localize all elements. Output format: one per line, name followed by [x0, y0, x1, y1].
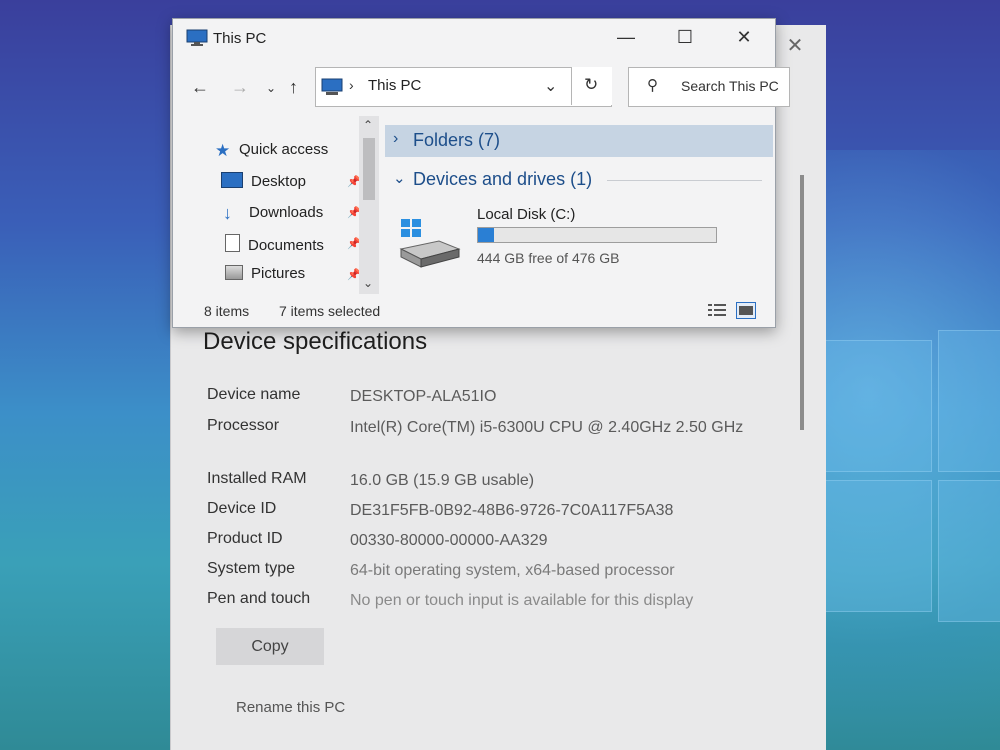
chevron-right-icon: ›	[393, 130, 399, 147]
device-specifications-title: Device specifications	[203, 328, 428, 355]
address-dropdown-chevron-icon[interactable]: ⌄	[544, 76, 557, 96]
status-selected-count: 7 items selected	[279, 303, 381, 319]
drive-name: Local Disk (C:)	[477, 206, 576, 223]
spec-label: Device name	[207, 386, 301, 403]
search-icon: ⚲	[647, 77, 658, 94]
nav-item-documents[interactable]: Documents	[225, 234, 324, 254]
spec-value: 16.0 GB (15.9 GB usable)	[350, 472, 535, 489]
status-item-count: 8 items	[204, 303, 250, 319]
star-icon: ★	[215, 141, 231, 160]
drive-usage-bar	[477, 227, 717, 243]
scrollbar-thumb[interactable]	[363, 138, 375, 200]
forward-arrow-icon[interactable]: →	[231, 77, 249, 98]
nav-item-downloads[interactable]: ↓ Downloads	[223, 203, 323, 224]
spec-value: DESKTOP-ALA51IO	[350, 388, 497, 405]
desktop-icon	[221, 172, 243, 188]
spec-value: DE31F5FB-0B92-48B6-9726-7C0A117F5A38	[350, 502, 674, 519]
back-arrow-icon[interactable]: ←	[191, 77, 209, 98]
navigation-pane: ★ Quick access Desktop ↓ Downloads Documen…	[173, 115, 383, 291]
spec-value: 64-bit operating system, x64-based proce…	[350, 562, 675, 579]
search-box[interactable]: ⚲ Search This PC	[628, 67, 790, 107]
group-divider	[607, 180, 762, 181]
nav-item-label: Quick access	[239, 141, 329, 158]
content-pane: › Folders (7) ⌄ Devices and drives (1) L…	[385, 115, 773, 291]
about-close-icon[interactable]: ✕	[785, 36, 805, 56]
nav-item-label: Documents	[248, 237, 324, 254]
refresh-icon: ↻	[584, 75, 599, 94]
spec-value: No pen or touch input is available for t…	[350, 592, 694, 609]
navigation-scrollbar[interactable]: ⌃ ⌄	[359, 116, 379, 294]
scroll-up-icon[interactable]: ⌃	[363, 118, 373, 132]
devices-group-label: Devices and drives (1)	[413, 169, 593, 189]
local-disk-item[interactable]: Local Disk (C:) 444 GB free of 476 GB	[385, 206, 773, 287]
spec-label: Device ID	[207, 500, 277, 517]
nav-item-desktop[interactable]: Desktop	[221, 172, 306, 190]
nav-item-label: Downloads	[249, 204, 324, 221]
document-icon	[225, 234, 240, 252]
spec-label: Product ID	[207, 530, 283, 547]
address-text: This PC	[368, 77, 422, 94]
maximize-icon[interactable]: ☐	[670, 23, 700, 51]
copy-button[interactable]: Copy	[216, 628, 324, 665]
recent-locations-chevron-icon[interactable]: ⌄	[266, 81, 276, 95]
drive-free-space: 444 GB free of 476 GB	[477, 250, 620, 266]
spec-value: Intel(R) Core(TM) i5-6300U CPU @ 2.40GHz…	[350, 419, 744, 436]
this-pc-icon	[321, 78, 343, 95]
nav-item-quick-access[interactable]: ★ Quick access	[215, 141, 328, 161]
windows-wallpaper-logo	[800, 330, 1000, 630]
nav-item-label: Pictures	[251, 265, 306, 282]
drive-usage-fill	[478, 228, 494, 242]
spec-label: Processor	[207, 417, 280, 434]
about-scrollbar[interactable]	[800, 175, 804, 430]
address-bar[interactable]: › This PC ⌄	[315, 67, 612, 107]
nav-item-pictures[interactable]: Pictures	[225, 265, 305, 282]
this-pc-icon	[186, 29, 208, 46]
spec-value: 00330-80000-00000-AA329	[350, 532, 548, 549]
up-arrow-icon[interactable]: ↑	[289, 77, 298, 98]
close-icon[interactable]: ✕	[729, 23, 759, 51]
folders-group-header[interactable]: › Folders (7)	[385, 125, 773, 157]
search-placeholder: Search This PC	[681, 78, 779, 94]
pictures-icon	[225, 265, 243, 280]
hard-drive-icon	[399, 219, 461, 268]
window-title: This PC	[213, 30, 267, 47]
minimize-icon[interactable]: —	[611, 23, 641, 51]
scroll-down-icon[interactable]: ⌄	[363, 276, 373, 290]
chevron-down-icon: ⌄	[393, 170, 406, 187]
file-explorer-window: This PC — ☐ ✕ ← → ⌄ ↑ › This PC ⌄ ↻ ⚲ Se…	[172, 18, 790, 328]
download-arrow-icon: ↓	[223, 203, 232, 223]
large-icons-view-icon[interactable]	[736, 302, 756, 319]
rename-this-pc-link[interactable]: Rename this PC	[236, 699, 345, 716]
folders-group-label: Folders (7)	[413, 130, 501, 150]
spec-label: Pen and touch	[207, 590, 311, 607]
spec-label: Installed RAM	[207, 470, 307, 487]
spec-label: System type	[207, 560, 296, 577]
nav-item-label: Desktop	[251, 173, 307, 190]
details-view-icon[interactable]	[708, 303, 726, 317]
refresh-button[interactable]: ↻	[571, 67, 612, 105]
devices-group-header[interactable]: ⌄ Devices and drives (1)	[385, 165, 773, 195]
breadcrumb-separator-icon: ›	[349, 77, 354, 93]
